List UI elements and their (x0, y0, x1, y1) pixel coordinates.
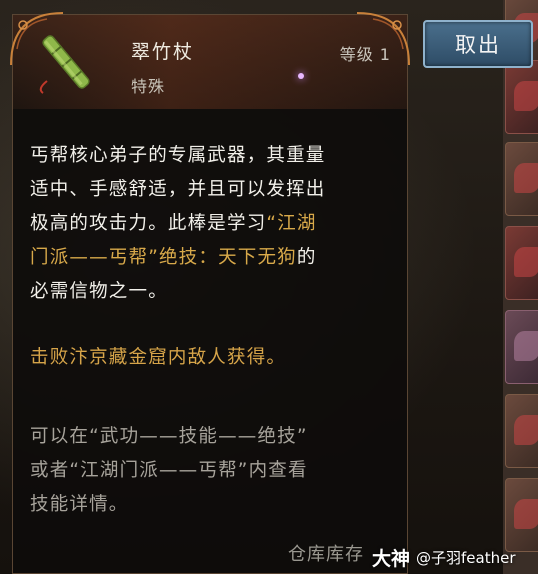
item-thumbnail-icon (514, 81, 538, 111)
take-out-button[interactable]: 取出 (423, 20, 533, 68)
description-line: 门派——丐帮”绝技：天下无狗的 (30, 241, 395, 275)
item-rarity: 特殊 (131, 77, 166, 96)
inventory-slot[interactable] (505, 60, 538, 134)
bamboo-staff-icon (39, 35, 90, 94)
hint-line: 技能详情。 (30, 494, 129, 515)
description-line: 丐帮核心弟子的专属武器，其重量 (30, 145, 326, 166)
description-line: 极高的攻击力。此棒是学习“江湖 (30, 207, 395, 241)
description-text: 的 (296, 247, 317, 268)
watermark-handle: @子羽feather (416, 549, 516, 567)
item-name: 翠竹杖 (131, 41, 195, 63)
hint-line: 可以在“武功——技能——绝技” (30, 426, 308, 447)
item-thumbnail-icon (514, 331, 538, 361)
item-level: 等级 1 (339, 45, 391, 64)
description-highlight: 门派——丐帮”绝技：天下无狗 (30, 247, 297, 268)
hint-line: 或者“江湖门派——丐帮”内查看 (30, 460, 308, 481)
description-line: 适中、手感舒适，并且可以发挥出 (30, 179, 326, 200)
description-text: 极高的攻击力。此棒是学习 (30, 213, 267, 234)
warehouse-stock-label: 仓库库存 (288, 544, 364, 565)
inventory-slot[interactable] (505, 226, 538, 300)
item-hint: 可以在“武功——技能——绝技” 或者“江湖门派——丐帮”内查看 技能详情。 (30, 420, 395, 522)
item-thumbnail-icon (514, 163, 538, 193)
description-line: 必需信物之一。 (30, 281, 168, 302)
watermark-brand: 大神 (372, 548, 411, 570)
inventory-slot[interactable] (505, 142, 538, 216)
item-thumbnail-icon (514, 499, 538, 529)
inventory-slot[interactable] (505, 310, 538, 384)
inventory-slot[interactable] (505, 478, 538, 552)
item-tooltip: 翠竹杖 特殊 等级 1 丐帮核心弟子的专属武器，其重量 适中、手感舒适，并且可以… (10, 12, 410, 574)
item-description: 丐帮核心弟子的专属武器，其重量 适中、手感舒适，并且可以发挥出 极高的攻击力。此… (30, 139, 395, 309)
description-highlight: “江湖 (266, 213, 317, 234)
sparkle-icon (298, 73, 304, 79)
item-source: 击败汴京藏金窟内敌人获得。 (30, 347, 287, 368)
watermark: 大神 @子羽feather (372, 544, 516, 571)
item-thumbnail-icon (514, 247, 538, 277)
inventory-slot[interactable] (505, 394, 538, 468)
item-thumbnail-icon (514, 415, 538, 445)
